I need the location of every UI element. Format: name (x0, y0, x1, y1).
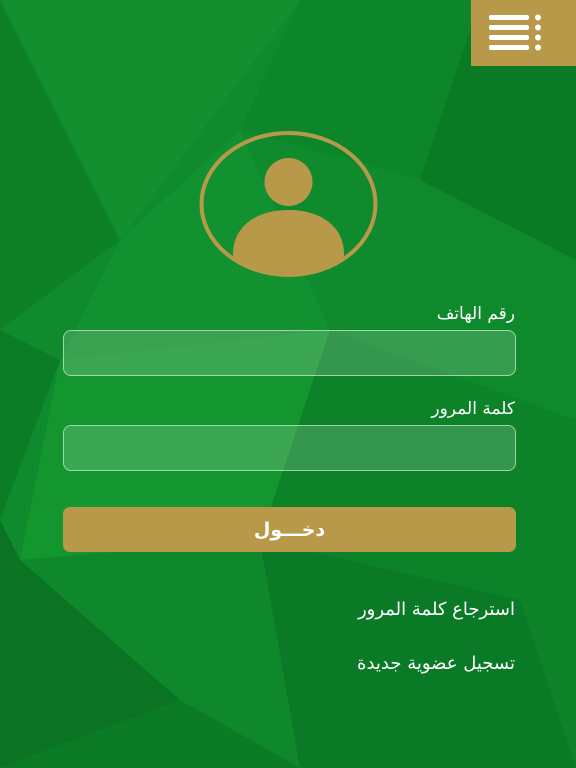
phone-label: رقم الهاتف (436, 304, 515, 324)
forgot-password-link[interactable]: استرجاع كلمة المرور (358, 599, 515, 620)
phone-input[interactable] (63, 330, 516, 376)
password-label: كلمة المرور (431, 399, 515, 419)
register-link[interactable]: تسجيل عضوية جديدة (357, 653, 515, 674)
login-button[interactable]: دخـــول (63, 507, 516, 552)
menu-button[interactable] (471, 0, 576, 66)
password-input[interactable] (63, 425, 516, 471)
menu-icon (489, 14, 541, 51)
user-icon (199, 131, 378, 277)
